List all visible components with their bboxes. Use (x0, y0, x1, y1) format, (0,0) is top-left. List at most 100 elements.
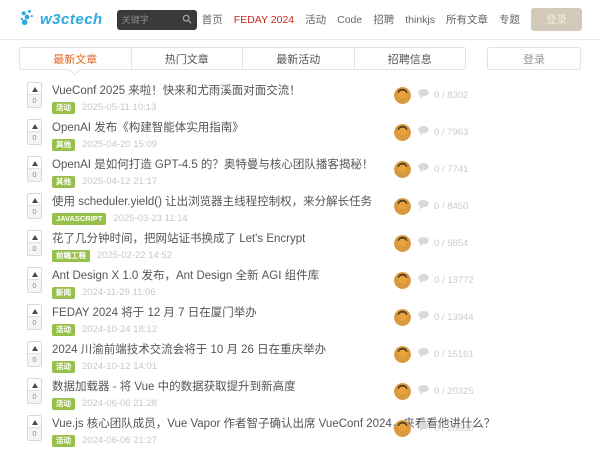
comment-bubble-icon (418, 382, 429, 400)
search-input[interactable] (121, 14, 182, 25)
comment-count: 0 / 7741 (434, 163, 469, 175)
upvote-button[interactable]: 0 (27, 193, 42, 219)
nav-thinkjs[interactable]: thinkjs (405, 14, 435, 26)
vote-count: 0 (28, 94, 41, 107)
article-title[interactable]: 数据加载器 - 将 Vue 中的数据获取提升到新高度 (52, 378, 581, 394)
comment-count: 0 / 13944 (434, 311, 474, 323)
category-tag[interactable]: JAVASCRIPT (52, 213, 107, 225)
header-login-button[interactable]: 登录 (531, 8, 582, 31)
nav-feday-2024[interactable]: FEDAY 2024 (234, 14, 294, 26)
tab-job-info[interactable]: 招聘信息 (353, 48, 466, 69)
comments: 0 / 13944 (418, 308, 474, 326)
avatar[interactable] (394, 160, 411, 178)
vote-count: 0 (28, 427, 41, 440)
search-icon[interactable] (182, 11, 192, 29)
category-tag[interactable]: 前端工程 (52, 250, 90, 262)
article-title[interactable]: OpenAI 发布《构建智能体实用指南》 (52, 119, 581, 135)
avatar[interactable] (394, 197, 411, 215)
upvote-button[interactable]: 0 (27, 82, 42, 108)
tab-latest-articles[interactable]: 最新文章 (20, 48, 131, 76)
category-tag[interactable]: 活动 (52, 435, 75, 447)
article-title[interactable]: Ant Design X 1.0 发布，Ant Design 全新 AGI 组件… (52, 267, 581, 283)
avatar[interactable] (394, 271, 411, 289)
logo[interactable]: w3ctech (18, 8, 103, 32)
comment-count: 0 / 8302 (434, 89, 469, 101)
article-body: OpenAI 发布《构建智能体实用指南》 其他 2025-04-20 15:09 (52, 116, 581, 151)
upvote-button[interactable]: 0 (27, 341, 42, 367)
article-meta: 活动 2024-10-12 14:01 (52, 361, 581, 373)
article-date: 2025-04-20 15:09 (82, 139, 158, 151)
up-arrow-icon (31, 198, 38, 203)
article-title[interactable]: Vue.js 核心团队成员，Vue Vapor 作者智子确认出席 VueConf… (52, 415, 581, 431)
comments: 0 / 20688 (418, 419, 474, 437)
upvote-button[interactable]: 0 (27, 304, 42, 330)
avatar[interactable] (394, 234, 411, 252)
category-tag[interactable]: 活动 (52, 361, 75, 373)
avatar[interactable] (394, 419, 411, 437)
article-date: 2024-06-06 21:28 (82, 398, 158, 410)
vote-count: 0 (28, 205, 41, 218)
comment-count: 0 / 8450 (434, 200, 469, 212)
article-row: 0 OpenAI 是如何打造 GPT-4.5 的？奥特曼与核心团队播客揭秘！ 其… (19, 153, 581, 190)
category-tag[interactable]: 其他 (52, 176, 75, 188)
upvote-button[interactable]: 0 (27, 156, 42, 182)
article-body: Vue.js 核心团队成员，Vue Vapor 作者智子确认出席 VueConf… (52, 412, 581, 447)
article-meta: 活动 2024-10-24 18:12 (52, 324, 581, 336)
article-row: 0 数据加载器 - 将 Vue 中的数据获取提升到新高度 活动 2024-06-… (19, 375, 581, 412)
tab-hot-articles[interactable]: 热门文章 (130, 48, 243, 69)
vote-count: 0 (28, 316, 41, 329)
comment-bubble-icon (418, 271, 429, 289)
search-box[interactable] (116, 9, 197, 30)
logo-molecule-icon (18, 8, 37, 32)
category-tag[interactable]: 新闻 (52, 287, 75, 299)
nav-topics[interactable]: 专题 (499, 12, 520, 27)
article-date: 2025-04-12 21:17 (82, 176, 158, 188)
vote-count: 0 (28, 131, 41, 144)
up-arrow-icon (31, 87, 38, 92)
up-arrow-icon (31, 346, 38, 351)
article-right: 0 / 15161 (394, 345, 474, 363)
nav-all-articles[interactable]: 所有文章 (446, 12, 488, 27)
article-title[interactable]: 2024 川渝前端技术交流会将于 10 月 26 日在重庆举办 (52, 341, 581, 357)
upvote-button[interactable]: 0 (27, 267, 42, 293)
comment-count: 0 / 9854 (434, 237, 469, 249)
upvote-button[interactable]: 0 (27, 230, 42, 256)
avatar[interactable] (394, 382, 411, 400)
article-meta: 活动 2024-06-06 21:28 (52, 398, 581, 410)
vote-count: 0 (28, 390, 41, 403)
nav-home[interactable]: 首页 (202, 12, 223, 27)
comment-bubble-icon (418, 160, 429, 178)
article-title[interactable]: 花了几分钟时间，把网站证书换成了 Let's Encrypt (52, 230, 581, 246)
avatar[interactable] (394, 123, 411, 141)
tab-bar: 最新文章 热门文章 最新活动 招聘信息 登录 (19, 47, 581, 76)
article-body: VueConf 2025 来啦！快来和尤雨溪面对面交流！ 活动 2025-05-… (52, 79, 581, 114)
avatar[interactable] (394, 308, 411, 326)
article-title[interactable]: 使用 scheduler.yield() 让出浏览器主线程控制权，来分解长任务 (52, 193, 581, 209)
comment-bubble-icon (418, 123, 429, 141)
article-body: OpenAI 是如何打造 GPT-4.5 的？奥特曼与核心团队播客揭秘！ 其他 … (52, 153, 581, 188)
upvote-button[interactable]: 0 (27, 119, 42, 145)
article-body: Ant Design X 1.0 发布，Ant Design 全新 AGI 组件… (52, 264, 581, 299)
upvote-button[interactable]: 0 (27, 415, 42, 441)
article-right: 0 / 13944 (394, 308, 474, 326)
avatar[interactable] (394, 86, 411, 104)
category-tag[interactable]: 其他 (52, 139, 75, 151)
article-title[interactable]: VueConf 2025 来啦！快来和尤雨溪面对面交流！ (52, 82, 581, 98)
article-title[interactable]: OpenAI 是如何打造 GPT-4.5 的？奥特曼与核心团队播客揭秘！ (52, 156, 581, 172)
category-tag[interactable]: 活动 (52, 324, 75, 336)
avatar[interactable] (394, 345, 411, 363)
nav-events[interactable]: 活动 (305, 12, 326, 27)
comments: 0 / 13772 (418, 271, 474, 289)
upvote-button[interactable]: 0 (27, 378, 42, 404)
nav-code[interactable]: Code (337, 14, 362, 26)
category-tag[interactable]: 活动 (52, 398, 75, 410)
nav-jobs[interactable]: 招聘 (373, 12, 394, 27)
article-title[interactable]: FEDAY 2024 将于 12 月 7 日在厦门举办 (52, 304, 581, 320)
comments: 0 / 8450 (418, 197, 468, 215)
article-row: 0 花了几分钟时间，把网站证书换成了 Let's Encrypt 前端工程 20… (19, 227, 581, 264)
article-body: 2024 川渝前端技术交流会将于 10 月 26 日在重庆举办 活动 2024-… (52, 338, 581, 373)
article-row: 0 OpenAI 发布《构建智能体实用指南》 其他 2025-04-20 15:… (19, 116, 581, 153)
category-tag[interactable]: 活动 (52, 102, 75, 114)
tab-latest-events[interactable]: 最新活动 (242, 48, 354, 69)
tab-login[interactable]: 登录 (487, 47, 581, 70)
